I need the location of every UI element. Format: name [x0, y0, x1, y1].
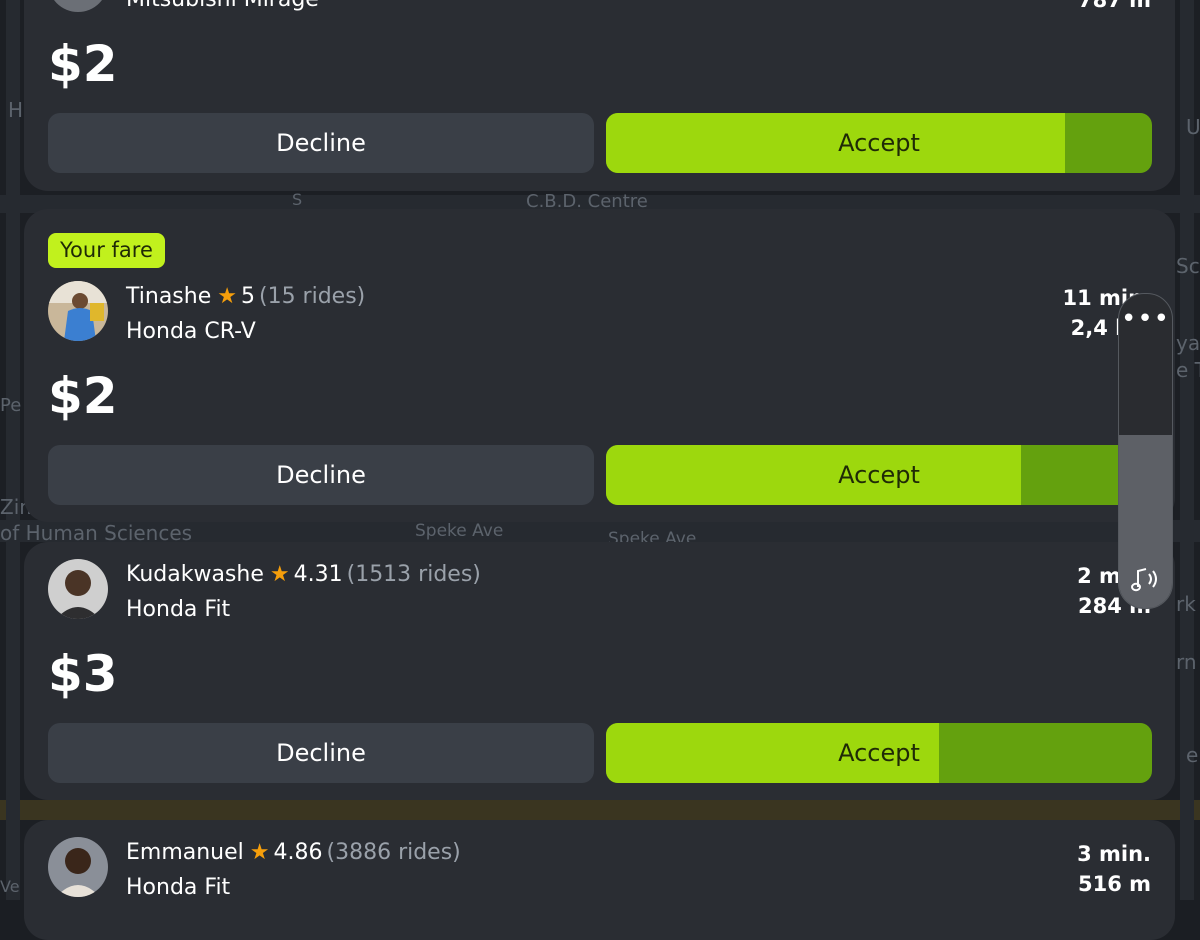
map-label: S [292, 190, 303, 209]
accept-button[interactable]: Accept [606, 723, 1152, 783]
offer-price: $2 [48, 367, 118, 425]
driver-info: Emmanuel ★ 4.86 (3886 rides) [126, 839, 461, 867]
decline-button[interactable]: Decline [48, 113, 594, 173]
accept-label: Accept [838, 739, 920, 767]
driver-rating: 5 [240, 284, 255, 309]
offer-price: $2 [48, 35, 118, 93]
map-label: U [1186, 115, 1200, 139]
map-label: rk [1176, 592, 1196, 616]
driver-offer-card: Your fare Tinashe ★ 5 (15 rides) Honda CR-V… [24, 209, 1175, 522]
driver-name: Emmanuel [126, 840, 244, 865]
eta-info: 3 min. 516 m [1077, 839, 1151, 899]
map-label: Speke Ave [415, 521, 504, 541]
accept-button[interactable]: Accept [606, 445, 1152, 505]
accept-label: Accept [838, 129, 920, 157]
driver-offer-card: Mitsubishi Mirage 787 m $2 Decline Accep… [24, 0, 1175, 191]
map-label: Pe [0, 395, 22, 416]
car-model: Honda Fit [126, 597, 231, 622]
driver-avatar [48, 837, 108, 897]
accept-button[interactable]: Accept [606, 113, 1152, 173]
volume-panel[interactable]: ••• [1118, 293, 1173, 609]
ride-count: (3886 rides) [326, 840, 461, 865]
driver-offer-card: Kudakwashe ★ 4.31 (1513 rides) Honda Fit 2 … [24, 542, 1175, 800]
star-icon: ★ [217, 284, 237, 309]
eta-time: 3 min. [1077, 842, 1151, 866]
map-label: Sc [1176, 254, 1200, 278]
star-icon: ★ [269, 562, 290, 587]
driver-info: Tinashe ★ 5 (15 rides) [126, 283, 365, 311]
car-model: Honda Fit [126, 875, 231, 900]
driver-avatar [48, 559, 108, 619]
decline-label: Decline [276, 129, 366, 157]
your-fare-badge: Your fare [48, 233, 165, 268]
map-road [0, 800, 1200, 820]
accept-label: Accept [838, 461, 920, 489]
driver-name: Kudakwashe [126, 562, 264, 587]
driver-avatar [48, 0, 108, 12]
map-label: ya [1176, 331, 1200, 355]
map-road [6, 0, 20, 900]
decline-button[interactable]: Decline [48, 445, 594, 505]
map-label: rn [1176, 650, 1197, 674]
driver-rating: 4.31 [293, 562, 343, 587]
offer-price: $3 [48, 645, 118, 703]
car-model: Mitsubishi Mirage [126, 0, 319, 14]
eta-distance: 787 m [1077, 0, 1151, 12]
driver-avatar [48, 281, 108, 341]
decline-label: Decline [276, 739, 366, 767]
star-icon: ★ [249, 840, 270, 865]
map-label: e T [1176, 358, 1200, 382]
music-volume-icon[interactable] [1129, 562, 1163, 596]
eta-distance: 516 m [1077, 872, 1151, 896]
car-model: Honda CR-V [126, 319, 256, 344]
driver-rating: 4.86 [273, 840, 323, 865]
driver-info: Kudakwashe ★ 4.31 (1513 rides) [126, 561, 481, 589]
driver-offer-card: Emmanuel ★ 4.86 (3886 rides) Honda Fit 3 mi… [24, 820, 1175, 940]
decline-label: Decline [276, 461, 366, 489]
map-label: e [1186, 743, 1199, 767]
ride-count: (1513 rides) [346, 562, 481, 587]
driver-name: Tinashe [126, 284, 212, 309]
ride-count: (15 rides) [258, 284, 366, 309]
decline-button[interactable]: Decline [48, 723, 594, 783]
map-label: Ve [0, 877, 20, 896]
more-dots-icon[interactable]: ••• [1119, 302, 1172, 336]
